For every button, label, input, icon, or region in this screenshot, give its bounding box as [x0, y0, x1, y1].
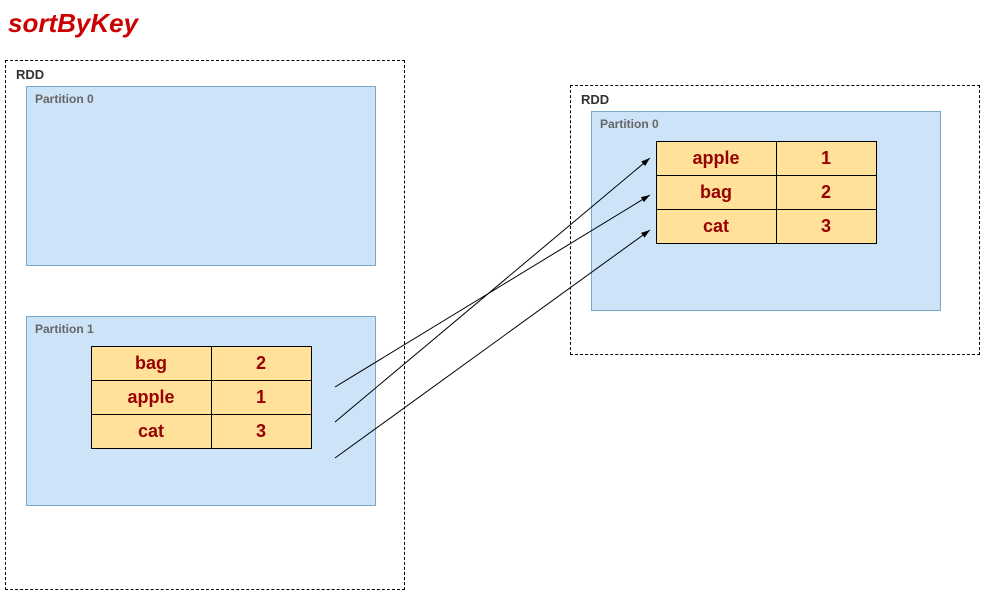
- value-cell: 1: [211, 381, 311, 415]
- partition-left-1: Partition 1 bag 2 apple 1 cat 3: [26, 316, 376, 506]
- partition-right-0-label: Partition 0: [600, 117, 932, 131]
- partition-right-0-table: apple 1 bag 2 cat 3: [656, 141, 877, 244]
- value-cell: 2: [211, 347, 311, 381]
- partition-right-0: Partition 0 apple 1 bag 2 cat 3: [591, 111, 941, 311]
- key-cell: cat: [656, 210, 776, 244]
- key-cell: bag: [91, 347, 211, 381]
- partition-left-1-label: Partition 1: [35, 322, 367, 336]
- table-row: cat 3: [91, 415, 311, 449]
- partition-left-0-label: Partition 0: [35, 92, 367, 106]
- key-cell: cat: [91, 415, 211, 449]
- table-row: apple 1: [91, 381, 311, 415]
- table-row: bag 2: [91, 347, 311, 381]
- value-cell: 3: [211, 415, 311, 449]
- value-cell: 1: [776, 142, 876, 176]
- key-cell: bag: [656, 176, 776, 210]
- key-cell: apple: [656, 142, 776, 176]
- table-row: apple 1: [656, 142, 876, 176]
- value-cell: 3: [776, 210, 876, 244]
- rdd-left: RDD Partition 0 Partition 1 bag 2 apple …: [5, 60, 405, 590]
- table-row: bag 2: [656, 176, 876, 210]
- table-row: cat 3: [656, 210, 876, 244]
- partition-left-0: Partition 0: [26, 86, 376, 266]
- key-cell: apple: [91, 381, 211, 415]
- partition-left-1-table: bag 2 apple 1 cat 3: [91, 346, 312, 449]
- rdd-right: RDD Partition 0 apple 1 bag 2 cat 3: [570, 85, 980, 355]
- value-cell: 2: [776, 176, 876, 210]
- rdd-right-label: RDD: [581, 92, 969, 107]
- rdd-left-label: RDD: [16, 67, 394, 82]
- diagram-title: sortByKey: [8, 8, 138, 39]
